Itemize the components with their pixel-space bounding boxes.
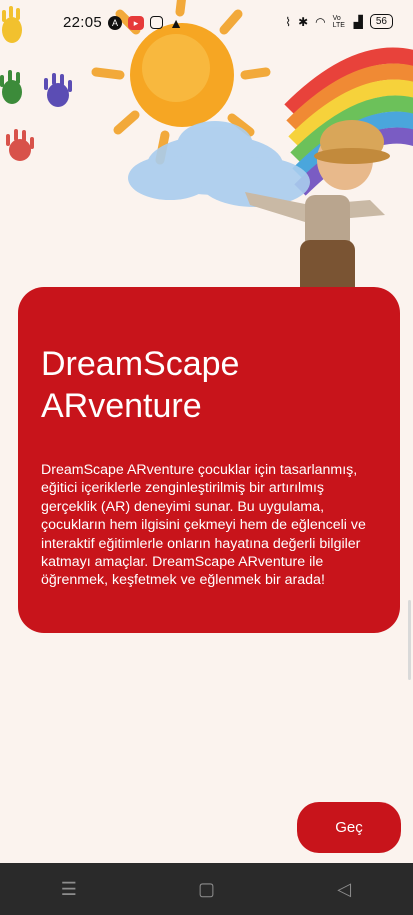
signal-icon: ⌇ xyxy=(285,14,292,29)
a-icon: A xyxy=(108,15,123,30)
app-description: DreamScape ARventure çocuklar için tasar… xyxy=(41,462,366,589)
volte-icon: Vo LTE xyxy=(332,14,345,29)
instagram-icon xyxy=(150,16,164,29)
skip-button[interactable]: Geç xyxy=(297,802,401,853)
navigation-bar: ☰ ▢ ◁ xyxy=(0,863,413,915)
record-icon: ▸ xyxy=(128,15,145,30)
cell-signal-icon: ▟ xyxy=(353,14,363,29)
status-time: 22:05 xyxy=(63,14,103,31)
wifi-icon: ◠ xyxy=(315,14,326,29)
back-icon[interactable]: ◁ xyxy=(332,879,356,900)
menu-icon[interactable]: ☰ xyxy=(57,879,81,900)
status-bar: 22:05 A ▸ ▲ ⌇ ✱ ◠ Vo LTE ▟ 56 xyxy=(0,0,413,44)
warning-icon: ▲ xyxy=(169,14,183,31)
battery-indicator: 56 xyxy=(369,14,393,29)
intro-card: DreamScape ARventure DreamScape ARventur… xyxy=(18,287,400,633)
scrollbar[interactable] xyxy=(408,600,411,680)
home-icon[interactable]: ▢ xyxy=(194,879,218,900)
bluetooth-icon: ✱ xyxy=(298,14,309,29)
app-title: DreamScape ARventure xyxy=(41,345,240,425)
hero-illustration xyxy=(0,0,413,300)
